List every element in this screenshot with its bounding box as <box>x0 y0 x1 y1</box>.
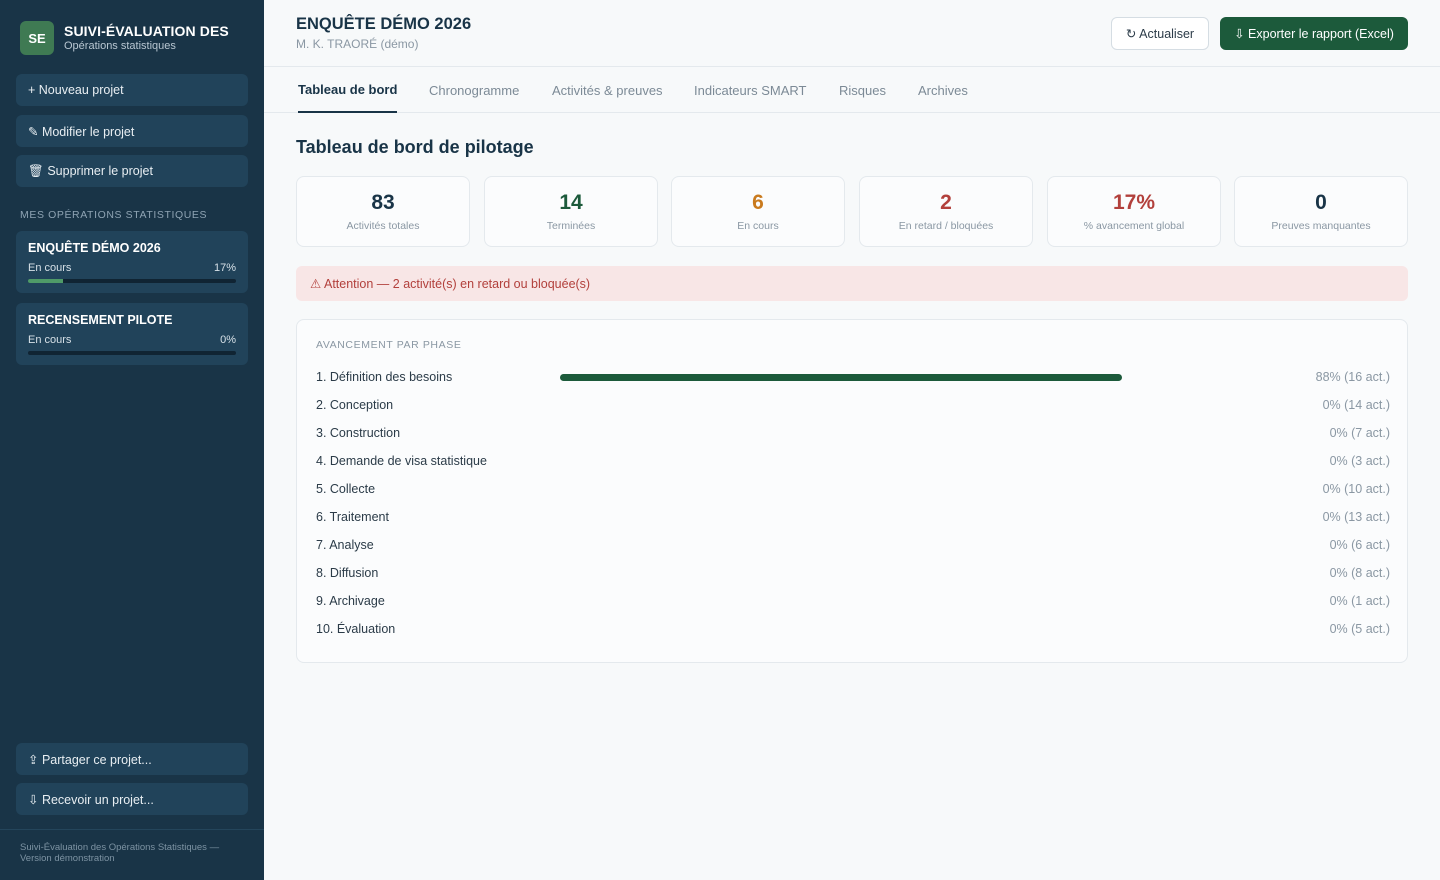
project-name: RECENSEMENT PILOTE <box>28 313 173 327</box>
project-owner: M. K. TRAORÉ (démo) <box>296 37 419 51</box>
phase-row: 5. Collecte 0% (10 act.) <box>316 480 1390 500</box>
phase-name: 4. Demande de visa statistique <box>316 454 487 468</box>
stat-card-in-progress: 6 En cours <box>671 176 845 247</box>
projects-section-label: MES OPÉRATIONS STATISTIQUES <box>20 209 208 221</box>
phase-percent: 0% (10 act.) <box>1322 482 1390 496</box>
phase-progress-bar <box>560 374 1199 381</box>
phase-percent: 0% (8 act.) <box>1329 566 1390 580</box>
refresh-button[interactable]: ↻ Actualiser <box>1111 17 1209 50</box>
project-status: En cours <box>28 262 72 274</box>
tab-chronogramme[interactable]: Chronogramme <box>429 67 519 113</box>
stat-card-late: 2 En retard / bloquées <box>859 176 1033 247</box>
project-progress-bar <box>28 279 236 283</box>
late-activities-alert: ⚠ Attention — 2 activité(s) en retard ou… <box>296 266 1408 301</box>
phase-name: 2. Conception <box>316 398 394 412</box>
phase-percent: 0% (7 act.) <box>1329 426 1390 440</box>
tab-bar: Tableau de bord Chronogramme Activités &… <box>264 67 1440 113</box>
phase-progress-bar <box>560 430 1199 437</box>
phase-name: 10. Évaluation <box>316 622 396 636</box>
edit-project-button[interactable]: ✎ Modifier le projet <box>16 115 248 147</box>
stat-value: 0 <box>1315 191 1327 214</box>
stat-card-missing-proofs: 0 Preuves manquantes <box>1234 176 1408 247</box>
sidebar-footer: Suivi-Évaluation des Opérations Statisti… <box>20 842 220 864</box>
project-progress-label: 17% <box>213 262 236 274</box>
brand-subtitle: Opérations statistiques <box>64 40 176 52</box>
stat-label: Activités totales <box>346 220 420 232</box>
tab-risques[interactable]: Risques <box>839 67 886 113</box>
export-report-button[interactable]: ⇩ Exporter le rapport (Excel) <box>1220 17 1408 50</box>
stat-value: 6 <box>752 191 764 214</box>
phase-row: 3. Construction 0% (7 act.) <box>316 424 1390 444</box>
phase-name: 8. Diffusion <box>316 566 379 580</box>
phase-progress-bar <box>560 514 1199 521</box>
stat-label: % avancement global <box>1083 220 1185 232</box>
brand-logo: SE <box>20 21 54 55</box>
tab-indicateurs-smart[interactable]: Indicateurs SMART <box>694 67 806 113</box>
phase-percent: 0% (13 act.) <box>1322 510 1390 524</box>
phase-progress-bar <box>560 570 1199 577</box>
phase-name: 1. Définition des besoins <box>316 370 453 384</box>
phase-row: 2. Conception 0% (14 act.) <box>316 396 1390 416</box>
stat-label: Terminées <box>546 220 596 232</box>
phase-row: 8. Diffusion 0% (8 act.) <box>316 564 1390 584</box>
stat-card-total: 83 Activités totales <box>296 176 470 247</box>
project-progress-label: 0% <box>220 334 236 346</box>
project-card-enquete-demo[interactable]: ENQUÊTE DÉMO 2026 En cours 17% <box>16 231 248 293</box>
phase-progress-bar <box>560 542 1199 549</box>
phase-row: 7. Analyse 0% (6 act.) <box>316 536 1390 556</box>
sidebar-divider <box>0 829 264 830</box>
phase-row: 4. Demande de visa statistique 0% (3 act… <box>316 452 1390 472</box>
phase-percent: 0% (5 act.) <box>1329 622 1390 636</box>
phase-percent: 0% (1 act.) <box>1329 594 1390 608</box>
tab-activites-preuves[interactable]: Activités & preuves <box>552 67 663 113</box>
project-status: En cours <box>28 334 72 346</box>
brand: SE SUIVI-ÉVALUATION DES Opérations stati… <box>20 21 229 55</box>
stat-value: 2 <box>940 191 952 214</box>
phase-row: 10. Évaluation 0% (5 act.) <box>316 620 1390 640</box>
delete-project-button[interactable]: 🗑 Supprimer le projet <box>16 155 248 187</box>
phase-name: 9. Archivage <box>316 594 385 608</box>
phase-progress-fill <box>560 374 1123 381</box>
stat-label: Preuves manquantes <box>1271 220 1371 232</box>
page-header: ENQUÊTE DÉMO 2026 M. K. TRAORÉ (démo) ↻ … <box>264 0 1440 67</box>
phase-name: 5. Collecte <box>316 482 376 496</box>
phase-name: 7. Analyse <box>316 538 374 552</box>
share-project-button[interactable]: ⇪ Partager ce projet... <box>16 743 248 775</box>
receive-project-button[interactable]: ⇩ Recevoir un projet... <box>16 783 248 815</box>
project-name: ENQUÊTE DÉMO 2026 <box>28 241 161 255</box>
dashboard-title: Tableau de bord de pilotage <box>296 137 534 157</box>
project-progress-bar <box>28 351 236 355</box>
phase-percent: 0% (3 act.) <box>1329 454 1390 468</box>
tab-archives[interactable]: Archives <box>918 67 968 113</box>
stat-value: 83 <box>371 191 395 214</box>
page-title: ENQUÊTE DÉMO 2026 <box>296 15 472 33</box>
phase-progress-panel: AVANCEMENT PAR PHASE 1. Définition des b… <box>296 319 1408 663</box>
project-progress-fill <box>28 279 64 283</box>
phase-row: 9. Archivage 0% (1 act.) <box>316 592 1390 612</box>
stat-card-done: 14 Terminées <box>484 176 658 247</box>
phase-progress-bar <box>560 598 1199 605</box>
phase-percent: 0% (6 act.) <box>1329 538 1390 552</box>
phase-row: 6. Traitement 0% (13 act.) <box>316 508 1390 528</box>
project-card-recensement-pilote[interactable]: RECENSEMENT PILOTE En cours 0% <box>16 303 248 365</box>
stat-label: En retard / bloquées <box>898 220 994 232</box>
stat-value: 17% <box>1112 191 1156 214</box>
phase-name: 6. Traitement <box>316 510 389 524</box>
phase-percent: 88% (16 act.) <box>1315 370 1390 384</box>
phase-percent: 0% (14 act.) <box>1322 398 1390 412</box>
sidebar: SE SUIVI-ÉVALUATION DES Opérations stati… <box>0 0 264 880</box>
phase-progress-bar <box>560 486 1199 493</box>
phase-progress-heading: AVANCEMENT PAR PHASE <box>316 339 462 351</box>
brand-title: SUIVI-ÉVALUATION DES <box>64 23 229 39</box>
phase-progress-bar <box>560 458 1199 465</box>
stat-value: 14 <box>559 191 583 214</box>
stat-card-global-progress: 17% % avancement global <box>1047 176 1221 247</box>
tab-tableau-de-bord[interactable]: Tableau de bord <box>298 67 398 113</box>
new-project-button[interactable]: + Nouveau projet <box>16 74 248 106</box>
phase-row: 1. Définition des besoins 88% (16 act.) <box>316 368 1390 388</box>
stat-label: En cours <box>737 220 779 232</box>
phase-progress-bar <box>560 402 1199 409</box>
phase-progress-bar <box>560 626 1199 633</box>
phase-name: 3. Construction <box>316 426 401 440</box>
